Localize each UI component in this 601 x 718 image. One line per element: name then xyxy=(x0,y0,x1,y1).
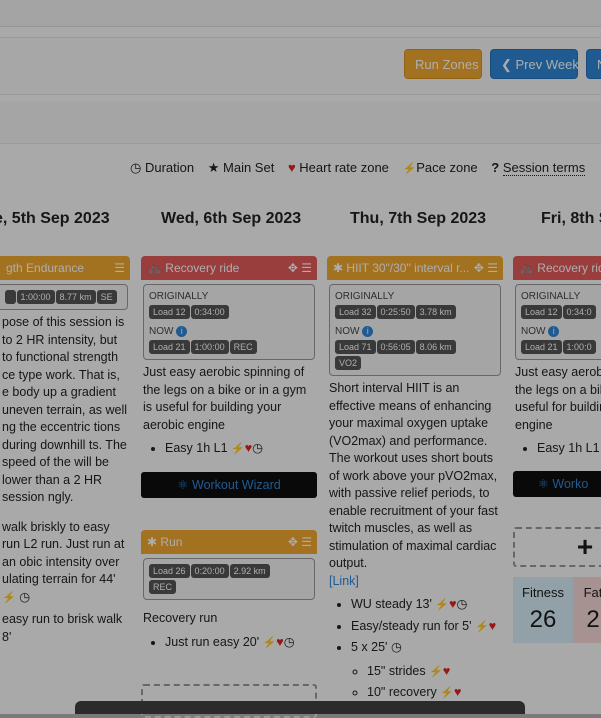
taskbar-dock xyxy=(75,701,525,714)
modal-dim-overlay xyxy=(0,0,601,714)
